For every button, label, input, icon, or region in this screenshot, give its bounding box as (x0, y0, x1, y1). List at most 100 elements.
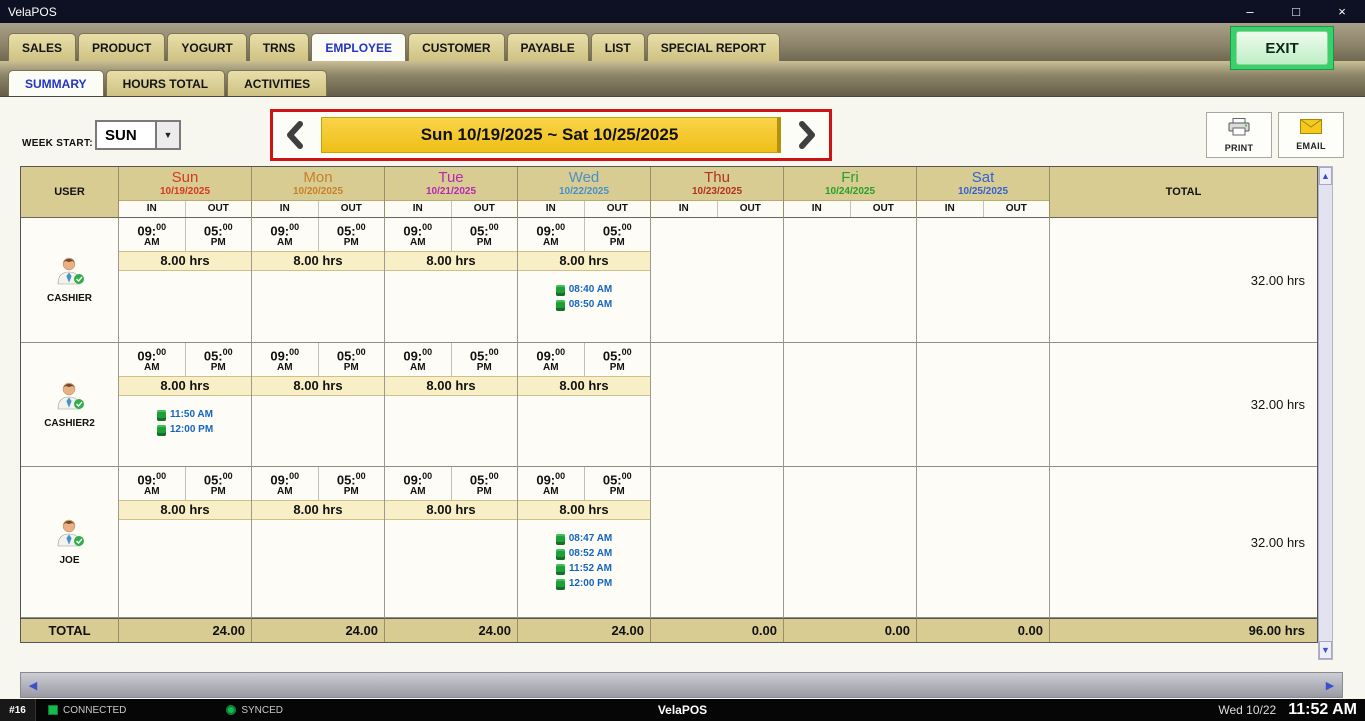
station-badge: #16 (0, 699, 36, 721)
out-time: 05:00PM (585, 467, 651, 500)
maximize-icon[interactable]: □ (1289, 5, 1303, 19)
tab-trns[interactable]: TRNS (249, 33, 310, 61)
day-header: Fri10/24/2025 (784, 167, 916, 201)
time-value: 05:00 (204, 221, 233, 237)
in-out-times: 09:00AM05:00PM (119, 218, 251, 251)
email-icon (1300, 119, 1322, 139)
break-icon (556, 285, 565, 296)
scroll-right-icon[interactable]: ▶ (1318, 673, 1342, 697)
day-header: Wed10/22/2025 (518, 167, 650, 201)
day-hours: 8.00 hrs (119, 251, 251, 271)
break-entry: 11:50 AM (157, 408, 213, 422)
time-ampm: PM (344, 237, 359, 248)
close-icon[interactable]: × (1335, 5, 1349, 19)
tab-special-report[interactable]: SPECIAL REPORT (647, 33, 780, 61)
timesheet-table: USERSun10/19/2025INOUTMon10/20/2025INOUT… (20, 166, 1318, 643)
in-out-header: INOUT (119, 201, 251, 218)
time-value: 05:00 (470, 470, 499, 486)
tab-yogurt[interactable]: YOGURT (167, 33, 246, 61)
subtab-activities[interactable]: ACTIVITIES (227, 70, 327, 96)
time-value: 09:00 (137, 346, 166, 362)
break-icon (556, 564, 565, 575)
timesheet-cell: 09:00AM05:00PM8.00 hrs11:50 AM12:00 PM (119, 343, 252, 467)
in-time: 09:00AM (119, 467, 186, 500)
scroll-left-icon[interactable]: ◀ (21, 673, 45, 697)
tab-sales[interactable]: SALES (8, 33, 76, 61)
day-hours: 8.00 hrs (385, 251, 517, 271)
timesheet-cell: 09:00AM05:00PM8.00 hrs (385, 343, 518, 467)
break-icon (556, 534, 565, 545)
timesheet-cell: 09:00AM05:00PM8.00 hrs (385, 218, 518, 343)
print-button[interactable]: PRINT (1206, 112, 1272, 158)
scroll-down-icon[interactable]: ▼ (1319, 641, 1332, 659)
in-out-times: 09:00AM05:00PM (252, 218, 384, 251)
tab-employee[interactable]: EMPLOYEE (311, 33, 406, 61)
horizontal-scroll-track[interactable] (45, 673, 1318, 697)
tab-product[interactable]: PRODUCT (78, 33, 165, 61)
week-start-label: WEEK START: (22, 138, 93, 149)
break-entry: 08:40 AM (556, 283, 613, 297)
grand-total: 96.00 hrs (1050, 618, 1317, 642)
in-time: 09:00AM (252, 343, 319, 376)
in-out-header: INOUT (917, 201, 1049, 218)
week-total: 32.00 hrs (1050, 467, 1317, 618)
timesheet-body: CASHIER09:00AM05:00PM8.00 hrs09:00AM05:0… (21, 218, 1317, 618)
user-avatar (53, 518, 87, 553)
tab-customer[interactable]: CUSTOMER (408, 33, 504, 61)
in-out-times: 09:00AM05:00PM (119, 343, 251, 376)
in-out-header: INOUT (651, 201, 783, 218)
day-column-header-wed: Wed10/22/2025INOUT (518, 167, 651, 218)
window-title: VelaPOS (8, 5, 57, 19)
break-time: 11:52 AM (569, 562, 612, 576)
in-time: 09:00AM (252, 467, 319, 500)
user-name: JOE (59, 555, 79, 566)
in-out-header: INOUT (518, 201, 650, 218)
day-total: 24.00 (119, 618, 252, 642)
in-label: IN (917, 201, 984, 217)
in-out-times: 09:00AM05:00PM (385, 467, 517, 500)
day-date: 10/23/2025 (692, 186, 742, 198)
timesheet-cell: 09:00AM05:00PM8.00 hrs (252, 218, 385, 343)
user-avatar (53, 381, 87, 416)
day-hours: 8.00 hrs (252, 500, 384, 520)
week-start-dropdown[interactable]: SUN ▼ (95, 120, 181, 150)
out-time: 05:00PM (319, 467, 385, 500)
day-hours: 8.00 hrs (385, 500, 517, 520)
in-out-times: 09:00AM05:00PM (518, 218, 650, 251)
out-time: 05:00PM (452, 343, 518, 376)
out-time: 05:00PM (186, 467, 252, 500)
chevron-right-icon (796, 121, 818, 149)
subtab-summary[interactable]: SUMMARY (8, 70, 104, 96)
tab-list[interactable]: LIST (591, 33, 645, 61)
day-date: 10/19/2025 (160, 186, 210, 198)
subtab-hours-total[interactable]: HOURS TOTAL (106, 70, 226, 96)
break-list: 08:47 AM08:52 AM11:52 AM12:00 PM (518, 532, 650, 591)
previous-week-button[interactable] (281, 119, 309, 151)
in-out-times: 09:00AM05:00PM (252, 467, 384, 500)
chevron-down-icon[interactable]: ▼ (155, 122, 179, 148)
time-value: 05:00 (337, 470, 366, 486)
day-hours: 8.00 hrs (385, 376, 517, 396)
out-label: OUT (851, 201, 917, 217)
time-ampm: PM (344, 362, 359, 373)
user-avatar (53, 256, 87, 291)
timesheet-cell: 09:00AM05:00PM8.00 hrs (252, 343, 385, 467)
in-out-times: 09:00AM05:00PM (385, 218, 517, 251)
minimize-icon[interactable]: – (1243, 5, 1257, 19)
time-ampm: PM (610, 362, 625, 373)
scroll-up-icon[interactable]: ▲ (1319, 167, 1332, 185)
email-button[interactable]: EMAIL (1278, 112, 1344, 158)
total-column-header: TOTAL (1050, 167, 1317, 218)
main-tab-bar: SALESPRODUCTYOGURTTRNSEMPLOYEECUSTOMERPA… (0, 23, 1365, 61)
tab-payable[interactable]: PAYABLE (507, 33, 589, 61)
timesheet-cell: 09:00AM05:00PM8.00 hrs (252, 467, 385, 618)
horizontal-scrollbar[interactable]: ◀ ▶ (20, 672, 1343, 698)
time-ampm: AM (277, 237, 293, 248)
break-icon (157, 410, 166, 421)
vertical-scroll-track[interactable] (1319, 185, 1332, 641)
day-total: 0.00 (784, 618, 917, 642)
break-list: 11:50 AM12:00 PM (119, 408, 251, 437)
next-week-button[interactable] (793, 119, 821, 151)
vertical-scrollbar[interactable]: ▲ ▼ (1318, 166, 1333, 660)
exit-button[interactable]: EXIT (1236, 31, 1328, 65)
